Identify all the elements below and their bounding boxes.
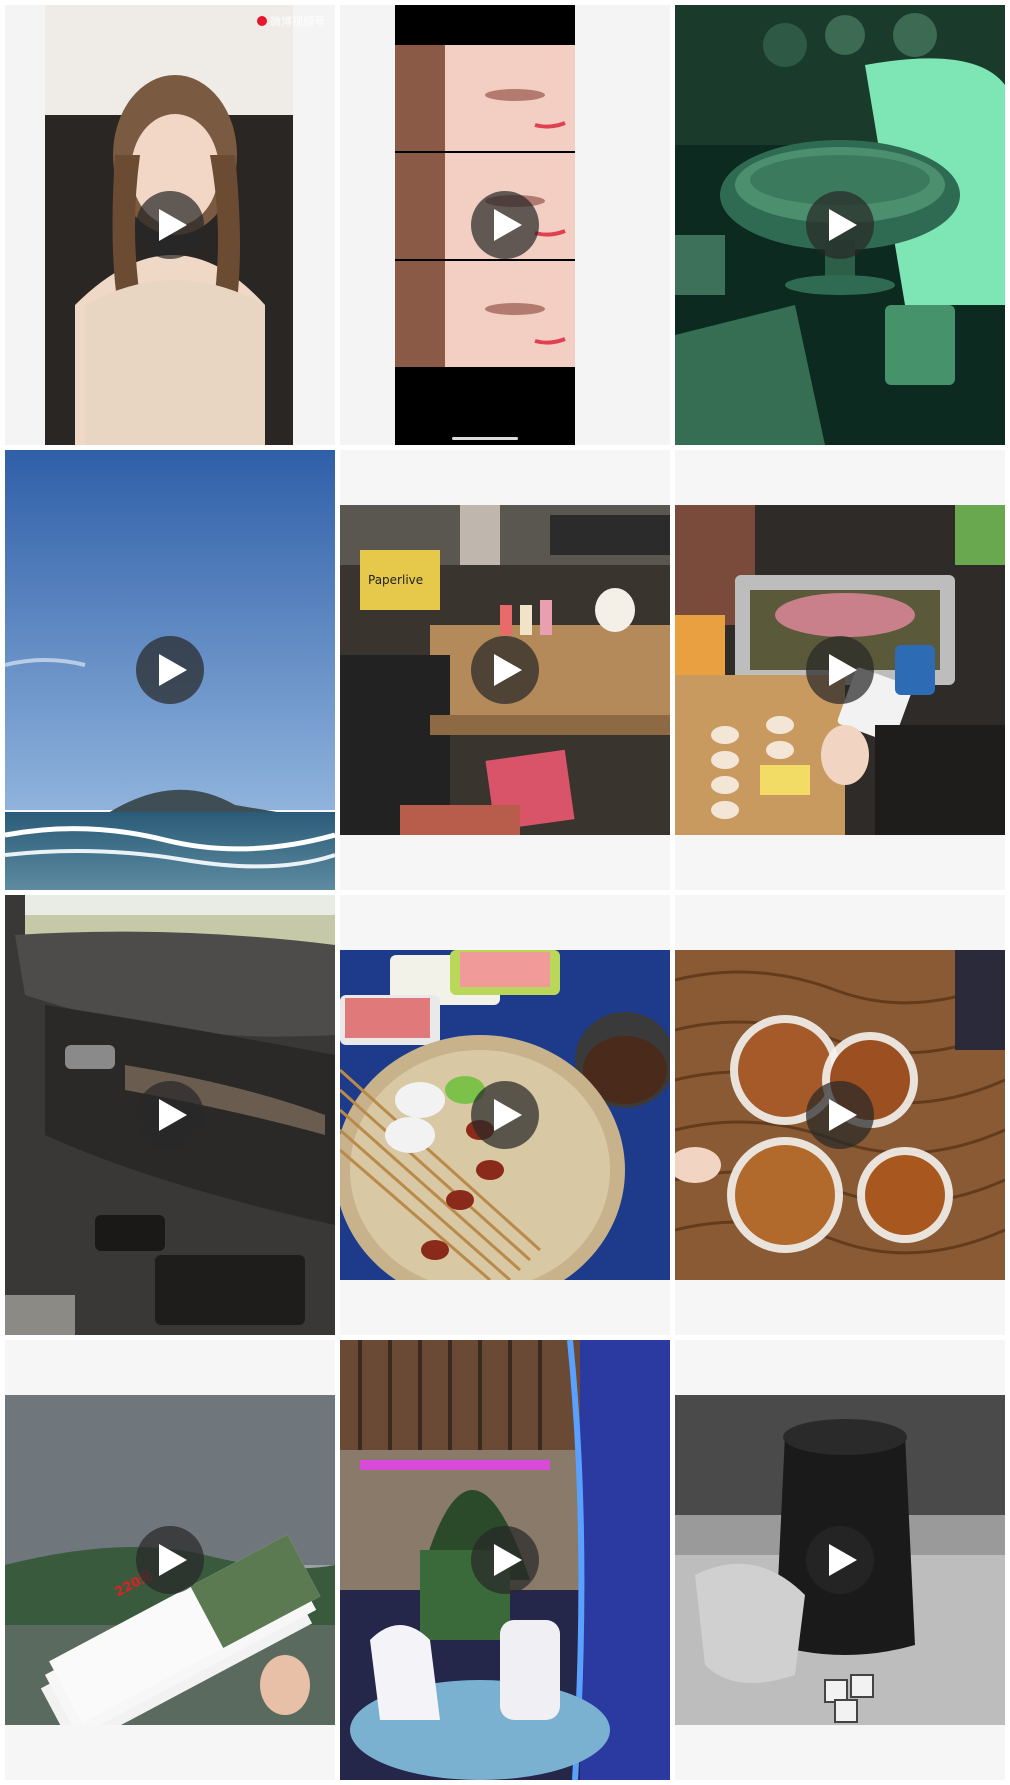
- play-button[interactable]: [136, 191, 204, 259]
- play-button[interactable]: [806, 1081, 874, 1149]
- play-icon: [159, 1544, 187, 1576]
- play-button[interactable]: [806, 1526, 874, 1594]
- play-icon: [159, 1099, 187, 1131]
- play-icon: [159, 209, 187, 241]
- video-tile-4[interactable]: [5, 450, 335, 890]
- weibo-logo-icon: [257, 16, 267, 26]
- video-tile-1[interactable]: 微博视频号: [5, 5, 335, 445]
- play-icon: [494, 1099, 522, 1131]
- video-tile-7[interactable]: [5, 895, 335, 1335]
- video-tile-6[interactable]: [675, 450, 1005, 890]
- play-button[interactable]: [471, 1526, 539, 1594]
- play-button[interactable]: [471, 636, 539, 704]
- play-button[interactable]: [806, 191, 874, 259]
- video-thumbnail-grid: 微博视频号 Paperlive 220元: [5, 5, 1005, 1780]
- video-tile-3[interactable]: [675, 5, 1005, 445]
- play-icon: [494, 1544, 522, 1576]
- play-icon: [159, 654, 187, 686]
- play-icon: [829, 1099, 857, 1131]
- play-button[interactable]: [136, 1526, 204, 1594]
- video-tile-12[interactable]: [675, 1340, 1005, 1780]
- video-tile-9[interactable]: [675, 895, 1005, 1335]
- play-button[interactable]: [471, 1081, 539, 1149]
- play-icon: [829, 654, 857, 686]
- play-icon: [829, 209, 857, 241]
- store-sign-text: Paperlive: [368, 573, 424, 587]
- video-tile-5[interactable]: Paperlive: [340, 450, 670, 890]
- video-tile-10[interactable]: 220元: [5, 1340, 335, 1780]
- play-icon: [494, 654, 522, 686]
- play-button[interactable]: [806, 636, 874, 704]
- play-button[interactable]: [136, 636, 204, 704]
- play-icon: [494, 209, 522, 241]
- play-icon: [829, 1544, 857, 1576]
- video-tile-11[interactable]: [340, 1340, 670, 1780]
- play-button[interactable]: [136, 1081, 204, 1149]
- watermark-text: 微博视频号: [270, 15, 325, 28]
- video-tile-2[interactable]: [340, 5, 670, 445]
- weibo-watermark: 微博视频号: [257, 13, 325, 29]
- play-button[interactable]: [471, 191, 539, 259]
- video-tile-8[interactable]: [340, 895, 670, 1335]
